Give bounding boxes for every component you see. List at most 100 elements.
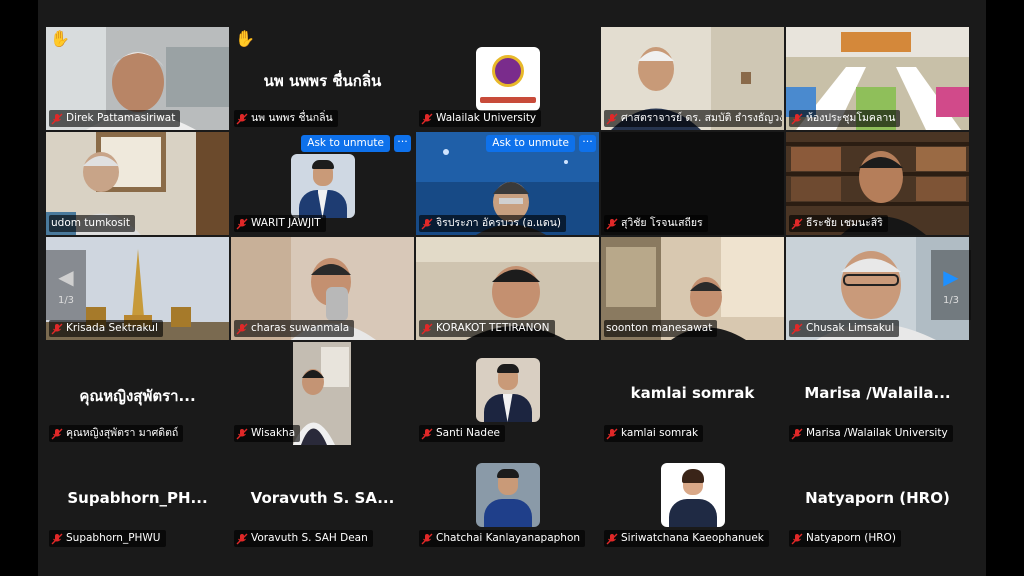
muted-mic-icon [606,533,618,544]
participant-display-name: Marisa /Walaila... [804,384,951,402]
participant-tile[interactable]: ✋ นพ นพพร ชื่นกลิ่น นพ นพพร ชื่นกลิ่น [231,27,414,130]
muted-mic-icon [421,428,433,439]
raised-hand-icon: ✋ [235,29,255,48]
participant-tile[interactable]: Chatchai Kanlayanapaphon [416,447,599,550]
participant-nametag: Chusak Limsakul [789,320,900,337]
muted-mic-icon [421,218,433,229]
muted-mic-icon [51,113,63,124]
participant-name: Direk Pattamasiriwat [66,112,176,124]
participant-name: Supabhorn_PHWU [66,532,161,544]
participant-tile[interactable]: ศาสตราจารย์ ดร. สมบัติ ธำรงธัญวงศ์ [601,27,784,130]
participant-tile[interactable]: Wisakha [231,342,414,445]
more-options-button[interactable]: ··· [579,135,596,152]
participant-tile[interactable]: Ask to unmute ··· จิรประภา อัครบวร (อ.แด… [416,132,599,235]
participant-nametag: ห้องประชุมโมคลาน [789,110,901,127]
participant-name: Voravuth S. SAH Dean [251,532,368,544]
participant-display-name: kamlai somrak [630,384,755,402]
participant-name: ธีระชัย เชมนะสิริ [806,217,883,229]
participant-name: Natyaporn (HRO) [806,532,896,544]
participant-name: ห้องประชุมโมคลาน [806,112,896,124]
participant-tile[interactable]: ✋ Direk Pattamasiriwat [46,27,229,130]
ask-to-unmute-button[interactable]: Ask to unmute [301,135,390,152]
participant-tile[interactable]: udom tumkosit [46,132,229,235]
participant-name: WARIT JAWJIT [251,217,321,229]
chevron-right-icon: ▶ [943,264,959,289]
muted-mic-icon [51,323,63,334]
previous-page-button[interactable]: ◀ 1/3 [46,250,86,320]
next-page-button[interactable]: ▶ 1/3 [931,250,971,320]
participant-tile[interactable]: kamlai somrak kamlai somrak [601,342,784,445]
participant-name: Chusak Limsakul [806,322,895,334]
participant-tile[interactable]: Walailak University [416,27,599,130]
participant-display-name: คุณหญิงสุพัตรา... [79,387,196,405]
more-options-button[interactable]: ··· [394,135,411,152]
muted-mic-icon [791,428,803,439]
muted-mic-icon [236,218,248,229]
participant-tile-active-speaker[interactable]: soonton manesawat [601,237,784,340]
participant-name: soonton manesawat [606,322,713,334]
participant-name: Walailak University [436,112,537,124]
participant-name: charas suwanmala [251,322,350,334]
participant-name: KORAKOT TETIRANON [436,322,550,334]
muted-mic-icon [51,533,63,544]
profile-picture [290,154,355,218]
participant-tile[interactable]: Supabhorn_PH... Supabhorn_PHWU [46,447,229,550]
participant-name: udom tumkosit [51,217,130,229]
participant-display-name: นพ นพพร ชื่นกลิ่น [263,72,382,90]
participant-nametag: Direk Pattamasiriwat [49,110,181,127]
participant-tile[interactable]: Marisa /Walaila... Marisa /Walailak Univ… [786,342,969,445]
muted-mic-icon [421,533,433,544]
participant-display-name: Supabhorn_PH... [67,489,208,507]
participant-nametag: Supabhorn_PHWU [49,530,166,547]
zoom-meeting-window: ✋ Direk Pattamasiriwat ✋ นพ นพพร ชื่นกลิ… [38,0,986,576]
participant-nametag: ธีระชัย เชมนะสิริ [789,215,888,232]
ask-to-unmute-button[interactable]: Ask to unmute [486,135,575,152]
participant-nametag: WARIT JAWJIT [234,215,326,232]
participant-tile[interactable]: Santi Nadee [416,342,599,445]
participant-name: ศาสตราจารย์ ดร. สมบัติ ธำรงธัญวงศ์ [621,112,782,124]
muted-mic-icon [791,218,803,229]
muted-mic-icon [606,218,618,229]
participant-tile[interactable]: สุวิชัย โรจนเสถียร [601,132,784,235]
participant-name: Wisakha [251,427,296,439]
participant-display-name: Natyaporn (HRO) [805,489,950,507]
muted-mic-icon [791,323,803,334]
participant-tile[interactable]: Ask to unmute ··· WARIT JAWJIT [231,132,414,235]
participant-name: Chatchai Kanlayanapaphon [436,532,581,544]
participant-tile[interactable]: ธีระชัย เชมนะสิริ [786,132,969,235]
participant-nametag: Voravuth S. SAH Dean [234,530,373,547]
participant-nametag: soonton manesawat [604,320,718,337]
participant-tile[interactable]: charas suwanmala [231,237,414,340]
participant-nametag: Wisakha [234,425,301,442]
muted-mic-icon [236,428,248,439]
participant-nametag: คุณหญิงสุพัตรา มาศดิตถ์ [49,425,184,442]
participant-tile[interactable]: Natyaporn (HRO) Natyaporn (HRO) [786,447,969,550]
participant-tile[interactable]: Siriwatchana Kaeophanuek [601,447,784,550]
page-indicator: 1/3 [57,294,75,306]
participant-nametag: Krisada Sektrakul [49,320,163,337]
participant-tile[interactable]: Voravuth S. SA... Voravuth S. SAH Dean [231,447,414,550]
participant-name: Marisa /Walailak University [806,427,948,439]
participant-nametag: Marisa /Walailak University [789,425,953,442]
muted-mic-icon [236,323,248,334]
participant-tile[interactable]: KORAKOT TETIRANON [416,237,599,340]
participant-tile[interactable]: ห้องประชุมโมคลาน [786,27,969,130]
participant-name: สุวิชัย โรจนเสถียร [621,217,703,229]
participant-display-name: Voravuth S. SA... [250,489,395,507]
raised-hand-icon: ✋ [50,29,70,48]
muted-mic-icon [606,428,618,439]
muted-mic-icon [236,113,248,124]
participant-tile[interactable]: คุณหญิงสุพัตรา... คุณหญิงสุพัตรา มาศดิตถ… [46,342,229,445]
participant-nametag: Chatchai Kanlayanapaphon [419,530,586,547]
participant-nametag: charas suwanmala [234,320,355,337]
profile-picture [475,463,540,527]
muted-mic-icon [236,533,248,544]
muted-mic-icon [606,113,618,124]
participant-nametag: จิรประภา อัครบวร (อ.แดน) [419,215,567,232]
participant-nametag: Natyaporn (HRO) [789,530,901,547]
profile-picture [475,358,540,422]
muted-mic-icon [51,428,63,439]
participant-nametag: นพ นพพร ชื่นกลิ่น [234,110,338,127]
muted-mic-icon [791,113,803,124]
chevron-left-icon: ◀ [58,264,74,289]
